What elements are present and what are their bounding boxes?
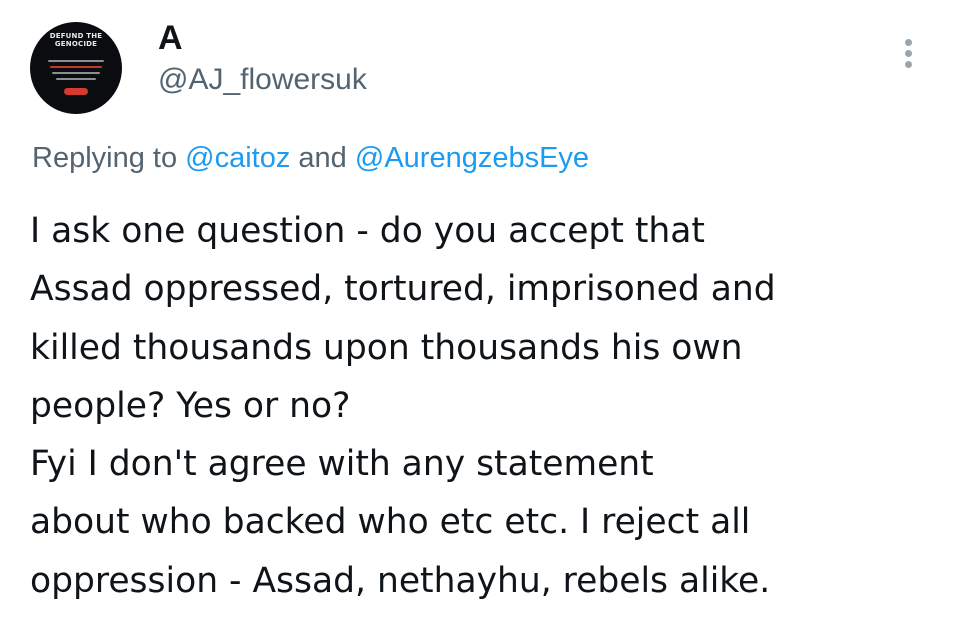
tweet-text-line: Fyi I don't agree with any statement [30,444,654,485]
more-options-dot [905,50,912,57]
tweet-text: I ask one question - do you accept that … [30,202,940,610]
replying-to: Replying to @caitoz and @AurengzebsEye [32,140,589,176]
tweet: DEFUND THE GENOCIDE A @AJ_flowersuk Repl… [0,0,958,618]
reply-mention-caitoz[interactable]: @caitoz [185,142,290,174]
avatar-decor-line [50,66,102,68]
avatar-decor-line [52,72,100,74]
more-options-dot [905,61,912,68]
tweet-text-line: Assad oppressed, tortured, imprisoned an… [30,269,776,310]
replying-to-prefix: Replying to [32,142,178,174]
avatar-image: DEFUND THE GENOCIDE [30,22,122,114]
more-options-icon[interactable] [898,36,920,70]
avatar-text-line2: GENOCIDE [54,40,98,48]
tweet-text-line: about who backed who etc etc. I reject a… [30,502,751,543]
reply-mention-aurengzebseye[interactable]: @AurengzebsEye [355,142,589,174]
more-options-dot [905,39,912,46]
display-name[interactable]: A [158,18,183,58]
user-handle[interactable]: @AJ_flowersuk [158,62,367,98]
avatar-text-line1: DEFUND THE [49,32,103,40]
tweet-text-line: oppression - Assad, nethayhu, rebels ali… [30,560,771,601]
tweet-text-line: I ask one question - do you accept that [30,211,705,251]
avatar[interactable]: DEFUND THE GENOCIDE [30,22,122,114]
avatar-decor-line [56,78,96,80]
replying-to-joiner: and [298,142,347,174]
avatar-decor-line [48,60,104,62]
avatar-decor-button [64,88,88,95]
tweet-text-line: people? Yes or no? [30,385,351,426]
tweet-text-line: killed thousands upon thousands his own [30,327,743,368]
